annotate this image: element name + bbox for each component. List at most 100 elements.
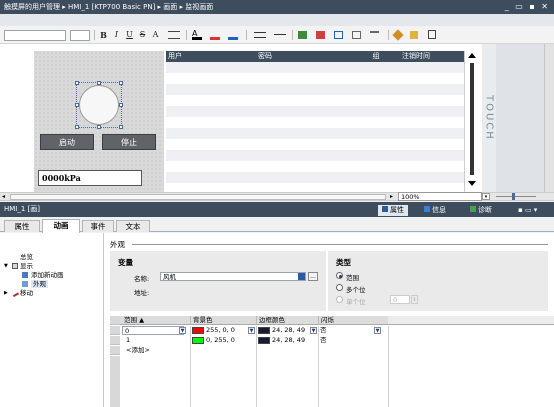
screenshot-icon[interactable] [428,30,436,39]
radio-range[interactable] [336,272,343,279]
radio-multiple-bits[interactable] [336,284,343,291]
dropdown-icon[interactable]: ▼ [179,327,186,334]
align-objects-icon[interactable] [334,31,343,39]
strikethrough-button[interactable]: S [138,29,147,41]
font-family-select[interactable] [4,30,66,41]
vertical-scrollbar[interactable] [544,44,554,192]
nav-item-appearance[interactable]: 外观 [31,280,48,288]
nav-item-overview[interactable]: 总览 [20,253,33,261]
resize-handle[interactable] [75,103,79,107]
align-icon[interactable] [168,31,180,39]
scroll-left-icon[interactable]: ◂ [2,194,5,200]
underline-button[interactable]: U [125,29,134,41]
expand-icon[interactable]: ▼ [4,262,8,270]
zoom-select[interactable]: 100% [398,192,482,201]
subtab-properties[interactable]: 属性 [4,220,40,232]
start-button[interactable]: 启动 [40,134,94,150]
row-header[interactable] [110,336,120,345]
user-table-row[interactable] [166,84,464,95]
user-table-row[interactable] [166,161,464,172]
stop-button[interactable]: 停止 [102,134,156,150]
spinner-icon[interactable]: ⇕ [411,295,418,304]
column-header-range-label: 范围 [124,316,137,324]
user-view-table[interactable]: 用户 密码 组 注销时间 [166,51,464,194]
range-grid[interactable]: 范围 ▲ 背景色 边框颜色 闪烁 0 ▼ 255, 0, 0 ▼ 24, 28,… [110,316,554,407]
zoom-slider-thumb[interactable] [512,193,515,200]
resize-handle[interactable] [119,125,123,129]
flash-value[interactable]: 否 [320,336,327,345]
user-table-row[interactable] [166,139,464,150]
user-table-row[interactable] [166,95,464,106]
panel-menu-icon[interactable]: ▪ ▭ ▾ [518,205,548,215]
single-bit-input[interactable]: 0 [390,295,410,304]
font-color-icon[interactable]: A [192,30,202,40]
subtab-events[interactable]: 事件 [82,220,114,232]
resize-handle[interactable] [75,125,79,129]
user-table-row[interactable] [166,150,464,161]
distribute-icon[interactable] [352,31,361,39]
resize-handle[interactable] [97,81,101,85]
style-icon[interactable] [410,31,418,39]
user-table-row[interactable] [166,128,464,139]
dropdown-icon[interactable]: ▼ [248,327,255,334]
dropdown-icon[interactable]: ▼ [310,327,317,334]
column-header-border-color[interactable]: 边框颜色 [256,316,318,325]
browse-button[interactable]: ... [308,272,318,281]
tab-diagnostics[interactable]: 诊断 [466,205,496,216]
dropdown-icon[interactable]: ▼ [374,327,381,334]
column-header-bg-color[interactable]: 背景色 [190,316,256,325]
flash-value[interactable]: 否 [320,326,327,335]
line-weight-icon[interactable] [274,34,286,35]
scroll-down-icon[interactable] [468,181,476,186]
row-header[interactable] [110,326,120,335]
subtab-animation[interactable]: 动画 [42,219,80,233]
row-header[interactable] [110,346,120,355]
user-table-scrollbar[interactable] [464,51,480,192]
user-table-row[interactable] [166,73,464,84]
add-row[interactable]: <添加> [126,346,150,355]
resize-handle[interactable] [119,81,123,85]
tab-info[interactable]: 信息 [420,205,450,216]
window-controls[interactable]: _ ▭ ▪ ✕ [505,0,550,14]
zoom-slider[interactable] [496,196,536,197]
tag-picker-icon[interactable] [298,273,305,280]
scroll-up-icon[interactable] [468,53,476,58]
tag-name-input[interactable]: 风机 [160,272,306,281]
hscroll-thumb[interactable] [10,194,386,200]
fan-circle[interactable] [79,85,119,125]
resize-handle[interactable] [97,125,101,129]
subtab-texts[interactable]: 文本 [116,220,150,232]
line-color-icon[interactable] [228,30,238,40]
user-table-row[interactable] [166,117,464,128]
zoom-dropdown-icon[interactable]: ▾ [482,193,490,200]
user-table-row[interactable] [166,106,464,117]
bring-front-icon[interactable] [298,31,307,39]
line-style-icon[interactable] [254,32,266,38]
bold-button[interactable]: B [99,29,108,41]
fan-circle-selection[interactable] [75,81,123,129]
size-icon[interactable] [370,31,379,39]
user-table-row[interactable] [166,172,464,183]
range-input[interactable]: 0 [122,326,184,335]
fill-color-icon[interactable] [210,30,220,40]
pen-icon[interactable] [392,29,404,41]
send-back-icon[interactable] [316,31,325,39]
pressure-io-field[interactable]: 0000kPa [38,170,142,186]
radio-single-bit[interactable] [336,296,343,303]
range-value[interactable]: 1 [126,336,130,345]
scroll-thumb[interactable] [470,63,474,175]
nav-item-display[interactable]: 显示 [20,262,33,270]
superscript-button[interactable]: A [151,29,160,41]
column-header-range[interactable]: 范围 ▲ [120,316,190,325]
scroll-right-icon[interactable]: ▸ [390,194,393,200]
resize-handle[interactable] [75,81,79,85]
nav-item-add-animation[interactable]: 添加新动画 [31,271,64,279]
collapse-icon[interactable]: ▶ [4,289,8,297]
column-header-flash[interactable]: 闪烁 [318,316,388,325]
resize-handle[interactable] [119,103,123,107]
nav-item-movement[interactable]: 移动 [20,289,33,297]
tab-properties[interactable]: 属性 [378,205,408,216]
italic-button[interactable]: I [112,29,121,41]
user-table-row[interactable] [166,62,464,73]
font-size-select[interactable] [70,30,90,41]
